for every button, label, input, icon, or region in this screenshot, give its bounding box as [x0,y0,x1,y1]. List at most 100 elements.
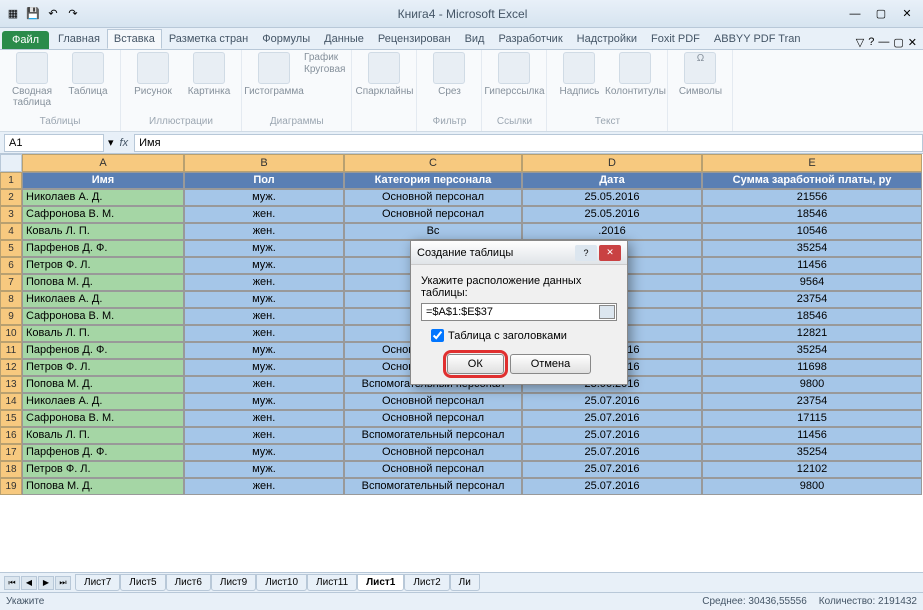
window-close-icon[interactable]: ✕ [908,36,917,49]
sheet-tab[interactable]: Лист2 [404,574,449,591]
dialog-close-button[interactable]: ✕ [599,245,621,261]
cell[interactable]: жен. [184,427,344,444]
cell[interactable]: жен. [184,206,344,223]
cell[interactable]: муж. [184,461,344,478]
cell[interactable]: 9564 [702,274,922,291]
row-header[interactable]: 16 [0,427,22,444]
file-tab[interactable]: Файл [2,31,49,49]
cell[interactable]: 25.07.2016 [522,461,702,478]
cell[interactable]: Основной персонал [344,461,522,478]
header-cell[interactable]: Категория персонала [344,172,522,189]
cell[interactable]: Николаев А. Д. [22,291,184,308]
sheet-prev-icon[interactable]: ◀ [21,576,37,590]
cell[interactable]: Петров Ф. Л. [22,257,184,274]
cell[interactable]: 11456 [702,427,922,444]
col-header[interactable]: A [22,154,184,172]
cell[interactable]: муж. [184,257,344,274]
cell[interactable]: Основной персонал [344,189,522,206]
cell[interactable]: 12821 [702,325,922,342]
cell[interactable]: Коваль Л. П. [22,223,184,240]
sheet-tab[interactable]: Лист10 [256,574,307,591]
dialog-help-button[interactable]: ? [575,245,597,261]
sheet-next-icon[interactable]: ▶ [38,576,54,590]
cell[interactable]: Парфенов Д. Ф. [22,342,184,359]
cell[interactable]: Сафронова В. М. [22,308,184,325]
row-header[interactable]: 18 [0,461,22,478]
col-header[interactable]: E [702,154,922,172]
header-footer-button[interactable]: Колонтитулы [609,52,661,97]
close-button[interactable]: ✕ [895,5,919,23]
cell[interactable]: 25.07.2016 [522,444,702,461]
cell[interactable]: муж. [184,240,344,257]
cell[interactable]: 9800 [702,376,922,393]
row-header[interactable]: 1 [0,172,22,189]
line-chart-button[interactable]: График [304,52,345,63]
row-header[interactable]: 4 [0,223,22,240]
cell[interactable]: .2016 [522,223,702,240]
tab-insert[interactable]: Вставка [107,29,162,49]
pivot-table-button[interactable]: Сводная таблица [6,52,58,108]
fx-icon[interactable]: fx [114,137,135,149]
sheet-tab[interactable]: Лист1 [357,574,404,591]
cell[interactable]: 21556 [702,189,922,206]
row-header[interactable]: 11 [0,342,22,359]
clipart-button[interactable]: Картинка [183,52,235,97]
tab-abbyy[interactable]: ABBYY PDF Tran [707,29,808,49]
cell[interactable]: 35254 [702,444,922,461]
cell[interactable]: 17115 [702,410,922,427]
col-header[interactable]: B [184,154,344,172]
cell[interactable]: 12102 [702,461,922,478]
sheet-last-icon[interactable]: ⏭ [55,576,71,590]
header-cell[interactable]: Пол [184,172,344,189]
cell[interactable]: 10546 [702,223,922,240]
cell[interactable]: Основной персонал [344,393,522,410]
tab-home[interactable]: Главная [51,29,107,49]
cell[interactable]: Коваль Л. П. [22,427,184,444]
row-header[interactable]: 3 [0,206,22,223]
maximize-button[interactable]: ▢ [869,5,893,23]
cell[interactable]: 35254 [702,342,922,359]
cell[interactable]: 11456 [702,257,922,274]
row-header[interactable]: 8 [0,291,22,308]
cell[interactable]: Николаев А. Д. [22,393,184,410]
cell[interactable]: Сафронова В. М. [22,410,184,427]
column-chart-button[interactable]: Гистограмма [248,52,300,97]
cell[interactable]: муж. [184,444,344,461]
cell[interactable]: Николаев А. Д. [22,189,184,206]
cell[interactable]: 18546 [702,206,922,223]
cell[interactable]: жен. [184,308,344,325]
cell[interactable]: жен. [184,274,344,291]
cell[interactable]: муж. [184,189,344,206]
tab-addins[interactable]: Надстройки [570,29,644,49]
cell[interactable]: 25.07.2016 [522,393,702,410]
cell[interactable]: жен. [184,410,344,427]
cell[interactable]: 23754 [702,393,922,410]
window-restore-icon[interactable]: ▢ [893,36,903,49]
cell[interactable]: жен. [184,325,344,342]
tab-data[interactable]: Данные [317,29,371,49]
excel-icon[interactable]: ▦ [4,5,22,23]
cell[interactable]: 25.07.2016 [522,410,702,427]
row-header[interactable]: 19 [0,478,22,495]
sheet-tab[interactable]: Лист5 [120,574,165,591]
cell[interactable]: Основной персонал [344,206,522,223]
row-header[interactable]: 12 [0,359,22,376]
cell[interactable]: Петров Ф. Л. [22,359,184,376]
row-header[interactable]: 17 [0,444,22,461]
cell[interactable]: Парфенов Д. Ф. [22,444,184,461]
cell[interactable]: Вспомогательный персонал [344,427,522,444]
name-box[interactable] [4,134,104,152]
header-cell[interactable]: Сумма заработной платы, ру [702,172,922,189]
row-header[interactable]: 10 [0,325,22,342]
row-header[interactable]: 15 [0,410,22,427]
cell[interactable]: муж. [184,393,344,410]
cell[interactable]: 25.05.2016 [522,189,702,206]
sheet-tab[interactable]: Ли [450,574,480,591]
tab-layout[interactable]: Разметка стран [162,29,255,49]
header-cell[interactable]: Дата [522,172,702,189]
redo-icon[interactable]: ↷ [64,5,82,23]
cell[interactable]: Основной персонал [344,444,522,461]
sheet-tab[interactable]: Лист6 [166,574,211,591]
cell[interactable]: Попова М. Д. [22,376,184,393]
textbox-button[interactable]: Надпись [553,52,605,97]
